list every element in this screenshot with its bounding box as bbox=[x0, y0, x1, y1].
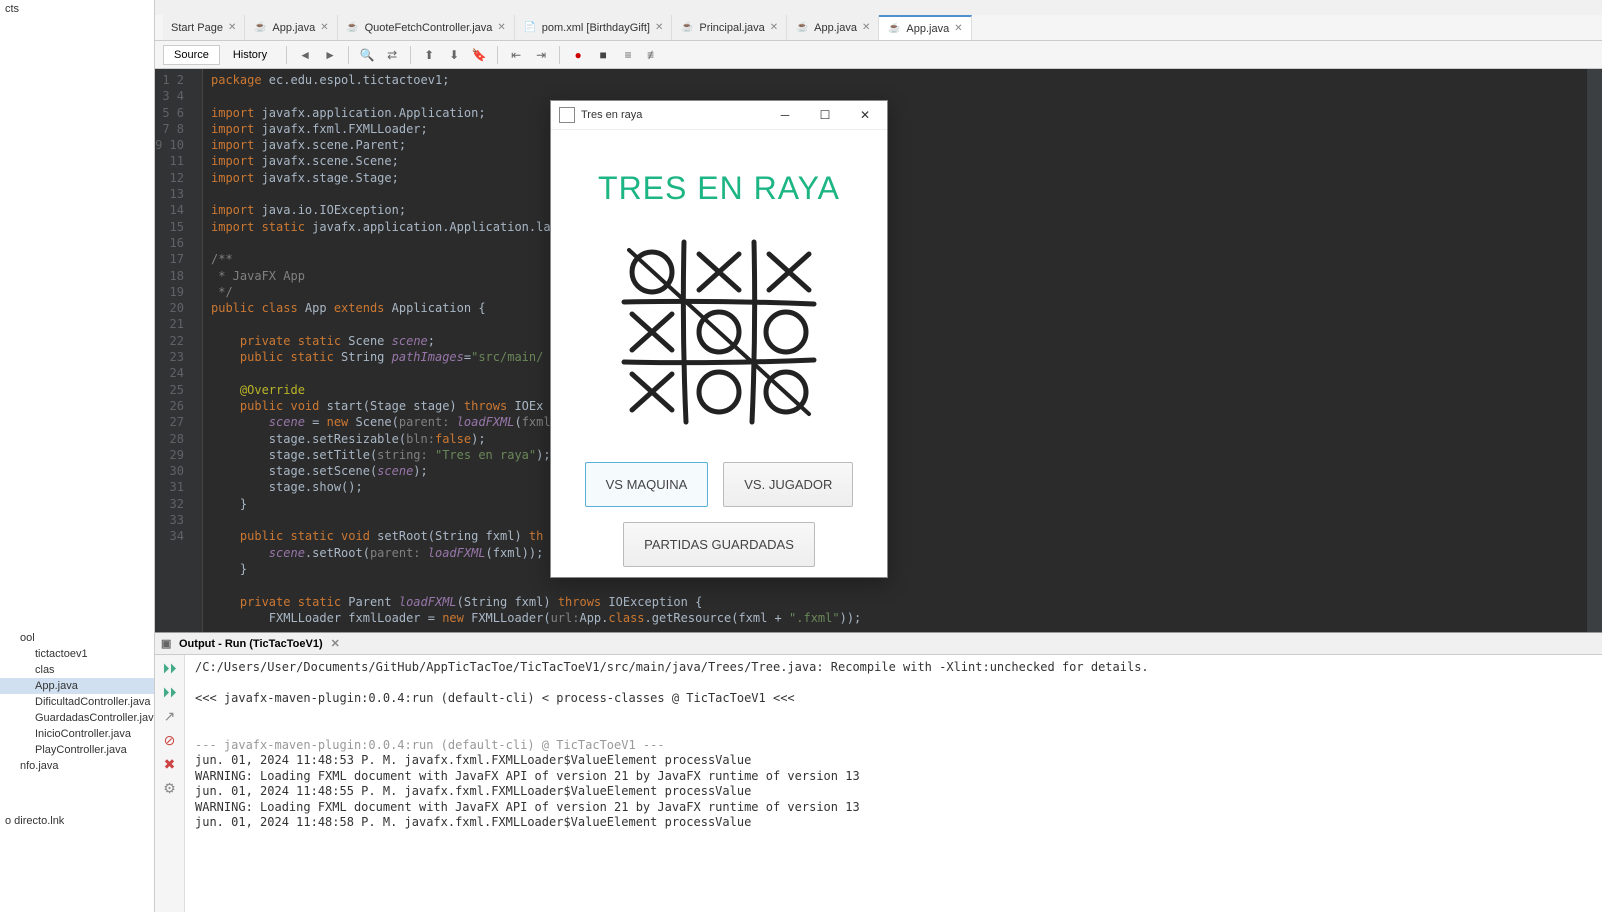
app-heading: TRES EN RAYA bbox=[598, 170, 840, 207]
prev-bookmark-icon[interactable]: ⬆ bbox=[419, 45, 439, 65]
uncomment-icon[interactable]: ≢ bbox=[643, 45, 663, 65]
editor-tab[interactable]: ☕ Principal.java ✕ bbox=[672, 15, 787, 40]
java-file-icon: ☕ bbox=[795, 21, 809, 35]
editor-toolbar: Source History ◄ ► 🔍 ⇄ ⬆ ⬇ 🔖 ⇤ ⇥ ● ■ ≡ ≢ bbox=[155, 41, 1602, 69]
vs-machine-button[interactable]: VS MAQUINA bbox=[585, 462, 709, 507]
tab-close-icon[interactable]: ✕ bbox=[320, 22, 328, 33]
line-gutter: 1 2 3 4 5 6 7 8 9 10 11 12 13 14 15 16 1… bbox=[155, 69, 203, 632]
output-text[interactable]: /C:/Users/User/Documents/GitHub/AppTicTa… bbox=[185, 655, 1602, 912]
tree-item[interactable]: clas bbox=[0, 662, 154, 678]
java-file-icon: ☕ bbox=[887, 22, 901, 36]
java-file-icon: ☕ bbox=[253, 21, 267, 35]
tab-label: pom.xml [BirthdayGift] bbox=[542, 22, 650, 34]
top-strip bbox=[155, 0, 1602, 15]
vertical-scrollbar[interactable] bbox=[1587, 69, 1602, 632]
app-window-icon bbox=[559, 107, 575, 123]
vs-player-button[interactable]: VS. JUGADOR bbox=[723, 462, 853, 507]
editor-tab[interactable]: Start Page ✕ bbox=[163, 15, 245, 40]
tab-close-icon[interactable]: ✕ bbox=[497, 22, 505, 33]
tab-close-icon[interactable]: ✕ bbox=[770, 22, 778, 33]
javafx-app-window: Tres en raya ─ ☐ ✕ TRES EN RAYA bbox=[550, 100, 888, 578]
output-panel: ▣ Output - Run (TicTacToeV1) ✕ ⏵⏵ ⏵⏵ ↗ ⊘… bbox=[155, 632, 1602, 912]
tab-close-icon[interactable]: ✕ bbox=[954, 23, 962, 34]
output-title: Output - Run (TicTacToeV1) bbox=[179, 638, 323, 650]
separator bbox=[497, 46, 498, 64]
rerun-alt-icon[interactable]: ⏵⏵ bbox=[162, 684, 178, 700]
toggle-bookmark-icon[interactable]: 🔖 bbox=[469, 45, 489, 65]
tree-item[interactable]: GuardadasController.java bbox=[0, 710, 154, 726]
editor-tab[interactable]: ☕ App.java ✕ bbox=[787, 15, 879, 40]
editor-tabs-bar: Start Page ✕ ☕ App.java ✕ ☕ QuoteFetchControll… bbox=[155, 15, 1602, 41]
maximize-button[interactable]: ☐ bbox=[805, 101, 845, 129]
replace-icon[interactable]: ⇄ bbox=[382, 45, 402, 65]
app-window-title: Tres en raya bbox=[581, 109, 765, 121]
app-body: TRES EN RAYA bbox=[551, 130, 887, 587]
stop-icon[interactable]: ⊘ bbox=[162, 732, 178, 748]
editor-tab[interactable]: ☕ QuoteFetchController.java ✕ bbox=[338, 15, 515, 40]
settings-icon[interactable]: ⚙ bbox=[162, 780, 178, 796]
tree-item[interactable]: nfo.java bbox=[0, 758, 154, 774]
tab-close-icon[interactable]: ✕ bbox=[228, 22, 236, 33]
source-view-button[interactable]: Source bbox=[163, 45, 220, 65]
java-file-icon: ☕ bbox=[680, 21, 694, 35]
tree-item[interactable]: InicioController.java bbox=[0, 726, 154, 742]
app-titlebar[interactable]: Tres en raya ─ ☐ ✕ bbox=[551, 101, 887, 130]
xml-file-icon: 📄 bbox=[523, 21, 537, 35]
separator bbox=[559, 46, 560, 64]
sidebar-header: cts bbox=[0, 0, 154, 20]
find-icon[interactable]: 🔍 bbox=[357, 45, 377, 65]
separator bbox=[286, 46, 287, 64]
tab-label: App.java bbox=[906, 23, 949, 35]
nav-back-icon[interactable]: ◄ bbox=[295, 45, 315, 65]
next-bookmark-icon[interactable]: ⬇ bbox=[444, 45, 464, 65]
output-header: ▣ Output - Run (TicTacToeV1) ✕ bbox=[155, 633, 1602, 655]
stop-run-icon[interactable]: ↗ bbox=[162, 708, 178, 724]
rerun-icon[interactable]: ⏵⏵ bbox=[162, 660, 178, 676]
clear-icon[interactable]: ✖ bbox=[162, 756, 178, 772]
tree-item[interactable]: ool bbox=[0, 630, 154, 646]
editor-tab[interactable]: ☕ App.java ✕ bbox=[879, 15, 971, 40]
tree-item[interactable]: tictactoev1 bbox=[0, 646, 154, 662]
tab-close-icon[interactable]: ✕ bbox=[862, 22, 870, 33]
minimize-button[interactable]: ─ bbox=[765, 101, 805, 129]
separator bbox=[348, 46, 349, 64]
sidebar-shortcut[interactable]: o directo.lnk bbox=[5, 815, 64, 827]
shift-left-icon[interactable]: ⇤ bbox=[506, 45, 526, 65]
saved-games-button[interactable]: PARTIDAS GUARDADAS bbox=[623, 522, 815, 567]
tab-close-icon[interactable]: ✕ bbox=[655, 22, 663, 33]
output-icon: ▣ bbox=[161, 637, 175, 651]
tab-label: App.java bbox=[814, 22, 857, 34]
project-sidebar: cts ooltictactoev1clasApp.javaDificultad… bbox=[0, 0, 155, 912]
tab-label: Principal.java bbox=[699, 22, 764, 34]
output-gutter: ⏵⏵ ⏵⏵ ↗ ⊘ ✖ ⚙ bbox=[155, 655, 185, 912]
editor-tab[interactable]: 📄 pom.xml [BirthdayGift] ✕ bbox=[515, 15, 673, 40]
separator bbox=[410, 46, 411, 64]
tab-label: Start Page bbox=[171, 22, 223, 34]
shift-right-icon[interactable]: ⇥ bbox=[531, 45, 551, 65]
java-file-icon: ☕ bbox=[346, 21, 360, 35]
close-output-icon[interactable]: ✕ bbox=[331, 637, 340, 650]
editor-tab[interactable]: ☕ App.java ✕ bbox=[245, 15, 337, 40]
tree-item[interactable]: DificultadController.java bbox=[0, 694, 154, 710]
nav-forward-icon[interactable]: ► bbox=[320, 45, 340, 65]
tab-label: App.java bbox=[272, 22, 315, 34]
tictactoe-image bbox=[614, 232, 824, 432]
comment-icon[interactable]: ≡ bbox=[618, 45, 638, 65]
record-macro-icon[interactable]: ● bbox=[568, 45, 588, 65]
code-content[interactable]: package ec.edu.espol.tictactoev1; import… bbox=[203, 69, 1587, 632]
stop-macro-icon[interactable]: ■ bbox=[593, 45, 613, 65]
history-view-button[interactable]: History bbox=[222, 45, 278, 65]
tree-item[interactable]: PlayController.java bbox=[0, 742, 154, 758]
close-button[interactable]: ✕ bbox=[845, 101, 885, 129]
tree-item[interactable]: App.java bbox=[0, 678, 154, 694]
tab-label: QuoteFetchController.java bbox=[365, 22, 493, 34]
